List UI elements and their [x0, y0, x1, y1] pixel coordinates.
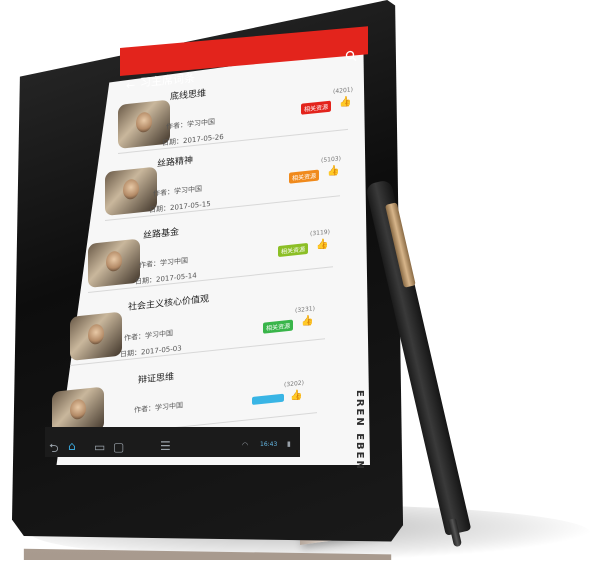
item-view-count: (3119): [310, 228, 330, 238]
related-resources-tag[interactable]: 相关资源: [289, 169, 320, 184]
product-scene: ← 习主席词条 底线思维 作者：学习中国 日期：2017-05-26 (4201) 相关…: [0, 0, 599, 567]
article-thumbnail[interactable]: [70, 311, 122, 361]
nav-recent-icon[interactable]: ▭: [94, 441, 105, 453]
item-view-count: (3202): [284, 379, 304, 389]
related-resources-tag[interactable]: 相关资源: [263, 319, 294, 334]
item-author: 作者：学习中国: [166, 117, 215, 131]
related-resources-tag[interactable]: 相关资源: [301, 100, 332, 115]
search-icon[interactable]: [345, 49, 357, 62]
nav-menu-icon[interactable]: ☰: [160, 440, 171, 452]
item-title: 底线思维: [170, 88, 207, 103]
item-title: 辩证思维: [138, 372, 175, 386]
article-thumbnail[interactable]: [88, 238, 140, 288]
thumbs-up-icon[interactable]: 👍: [339, 96, 351, 108]
thumbs-up-icon[interactable]: 👍: [316, 239, 328, 251]
wifi-icon: ◠: [242, 441, 249, 449]
tablet-screen: ← 习主席词条 底线思维 作者：学习中国 日期：2017-05-26 (4201) 相关…: [0, 0, 599, 567]
related-resources-tag[interactable]: 相关资源: [278, 242, 309, 258]
status-time: 16:43: [260, 441, 278, 448]
battery-icon: ▮: [287, 440, 291, 448]
item-author: 作者：学习中国: [139, 256, 188, 270]
nav-home-icon[interactable]: ⌂: [68, 440, 76, 452]
related-resources-tag[interactable]: [252, 393, 284, 405]
thumbs-up-icon[interactable]: 👍: [327, 165, 339, 177]
item-view-count: (5103): [321, 155, 341, 165]
brand-label: EREN EBEN: [354, 390, 365, 471]
item-title: 丝路精神: [157, 155, 194, 170]
tablet-device: ← 习主席词条 底线思维 作者：学习中国 日期：2017-05-26 (4201) 相关…: [0, 0, 599, 567]
item-author: 作者：学习中国: [134, 401, 183, 415]
nav-back-icon[interactable]: ⮌: [49, 442, 59, 454]
nav-recent-apps-icon[interactable]: ▢: [113, 441, 124, 453]
item-view-count: (3231): [295, 305, 315, 315]
thumbs-up-icon[interactable]: 👍: [290, 390, 302, 402]
thumbs-up-icon[interactable]: 👍: [301, 315, 313, 327]
item-title: 丝路基金: [143, 227, 180, 242]
back-arrow-icon[interactable]: ←: [126, 79, 136, 93]
item-author: 作者：学习中国: [153, 184, 202, 198]
item-author: 作者：学习中国: [124, 329, 173, 343]
